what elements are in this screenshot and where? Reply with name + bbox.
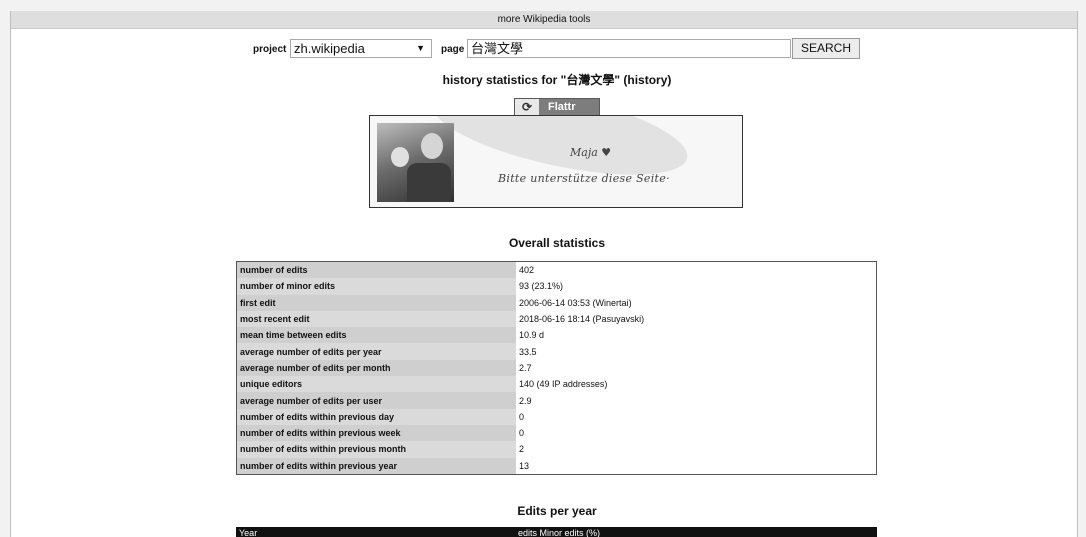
table-row: number of edits within previous day 0 (236, 408, 877, 425)
overall-stats-title: Overall statistics (508, 236, 606, 250)
stat-value: 2 (516, 441, 877, 458)
stat-value: 0 (516, 408, 877, 425)
stat-value: 0 (516, 424, 877, 442)
edits-column-header: edits Minor edits (%) (518, 528, 601, 537)
stat-value: 13 (516, 457, 877, 475)
banner-photo (377, 123, 454, 202)
top-bar: more Wikipedia tools (11, 11, 1077, 29)
table-row: most recent edit 2018-06-16 18:14 (Pasuya… (236, 310, 877, 328)
stat-label: unique editors (236, 376, 516, 393)
stat-label: average number of edits per year (236, 343, 516, 360)
stat-label: number of edits within previous month (236, 441, 516, 458)
flattr-button[interactable]: ⟳ Flattr (514, 98, 600, 116)
overall-stats-table: number of edits 402 number of minor edits 9… (236, 261, 877, 475)
table-row: mean time between edits 10.9 d (236, 327, 877, 344)
table-row: number of edits within previous month 2 (236, 441, 877, 458)
stat-value: 33.5 (516, 343, 877, 360)
dropdown-arrow-icon: ▼ (416, 43, 425, 53)
stat-label: most recent edit (236, 310, 516, 328)
table-row: number of edits within previous week 0 (236, 424, 877, 442)
stat-label: number of edits within previous day (236, 408, 516, 425)
stat-value: 10.9 d (516, 327, 877, 344)
stat-label: number of edits within previous week (236, 424, 516, 442)
banner-line2: Bitte unterstütze diese Seite· (498, 172, 670, 185)
project-label: project (253, 44, 287, 55)
stat-value: 2018-06-16 18:14 (Pasuyavski) (516, 310, 877, 328)
table-row: unique editors 140 (49 IP addresses) (236, 376, 877, 393)
search-button[interactable]: SEARCH (792, 38, 860, 59)
page-input[interactable]: 台灣文學 (467, 39, 791, 58)
more-tools-link[interactable]: more Wikipedia tools (498, 14, 591, 25)
page-container: more Wikipedia tools project zh.wikipedi… (10, 11, 1078, 537)
stat-value: 2.9 (516, 392, 877, 409)
project-select[interactable]: zh.wikipedia ▼ (290, 39, 432, 58)
stat-label: first edit (236, 294, 516, 311)
stat-label: number of edits (236, 261, 516, 279)
stat-label: number of edits within previous year (236, 457, 516, 475)
edits-per-year-title: Edits per year (517, 504, 597, 518)
table-row: average number of edits per month 2.7 (236, 359, 877, 377)
table-row: average number of edits per user 2.9 (236, 392, 877, 409)
table-row: average number of edits per year 33.5 (236, 343, 877, 360)
stat-label: average number of edits per month (236, 359, 516, 377)
table-row: number of edits 402 (236, 261, 877, 279)
stat-value: 2.7 (516, 359, 877, 377)
stat-value: 2006-06-14 03:53 (Winertai) (516, 294, 877, 311)
search-form: project zh.wikipedia ▼ page 台灣文學 SEARCH (11, 38, 1077, 62)
stat-value: 140 (49 IP addresses) (516, 376, 877, 393)
refresh-icon: ⟳ (515, 99, 539, 115)
page-title: history statistics for "台灣文學" (history) (442, 73, 672, 87)
table-row: number of minor edits 93 (23.1%) (236, 278, 877, 295)
stat-value: 93 (23.1%) (516, 278, 877, 295)
page-label: page (441, 44, 465, 55)
year-column-header: Year (239, 528, 258, 537)
stat-label: average number of edits per user (236, 392, 516, 409)
table-row: number of edits within previous year 13 (236, 457, 877, 475)
table-row: first edit 2006-06-14 03:53 (Winertai) (236, 294, 877, 311)
edits-per-year-header: Year edits Minor edits (%) (236, 527, 877, 537)
stat-label: mean time between edits (236, 327, 516, 344)
flattr-label: Flattr (548, 101, 576, 113)
donation-banner[interactable]: Maja ♥ Bitte unterstütze diese Seite· (369, 115, 743, 208)
banner-line1: Maja ♥ (570, 146, 612, 159)
project-select-value: zh.wikipedia (294, 41, 365, 56)
stat-value: 402 (516, 261, 877, 279)
stat-label: number of minor edits (236, 278, 516, 295)
